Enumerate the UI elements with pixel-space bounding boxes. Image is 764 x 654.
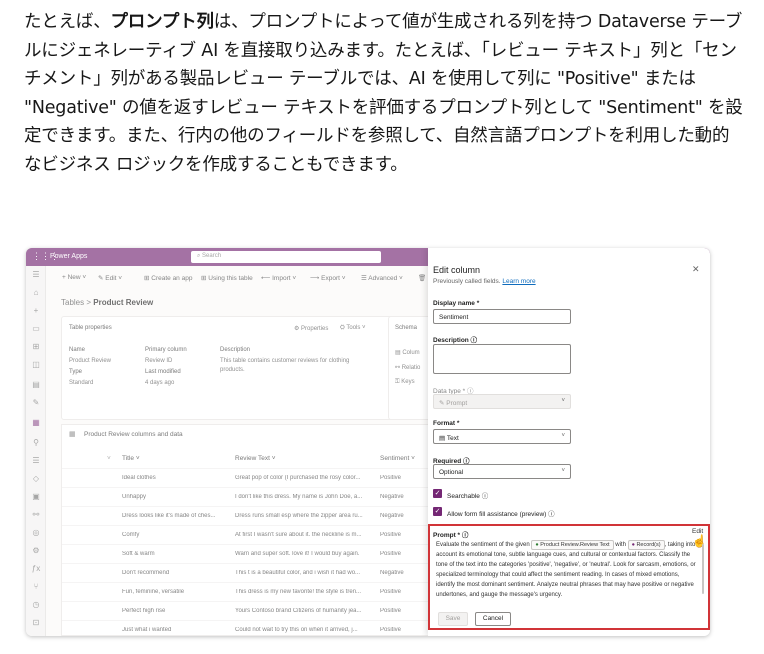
data-type-select: ✎ Prompt ˅: [433, 394, 571, 409]
form-fill-checkbox[interactable]: ✓: [433, 507, 442, 516]
searchable-checkbox[interactable]: ✓: [433, 489, 442, 498]
prompt-text[interactable]: Evaluate the sentiment of the given ● Pr…: [436, 540, 700, 604]
panel-subtitle-text: Previously called fields.: [433, 278, 501, 285]
edit-column-panel: Edit column ✕ Previously called fields. …: [428, 248, 710, 636]
prompt-text-start: Evaluate the sentiment of the given: [436, 542, 530, 548]
article-term-prompt-column: プロンプト列: [110, 12, 214, 32]
chevron-down-icon: ˅: [561, 433, 565, 439]
form-fill-label: Allow form fill assistance (preview) ⓘ: [447, 511, 555, 518]
display-name-label: Display name *: [433, 300, 480, 307]
description-field[interactable]: [433, 344, 571, 374]
prompt-type-icon: ✎: [439, 400, 445, 407]
prompt-label: Prompt * ⓘ: [433, 532, 469, 539]
review-text-chip-label: Product Review.Review Text: [540, 542, 610, 548]
review-text-chip[interactable]: ● Product Review.Review Text: [531, 540, 614, 550]
powerapps-screenshot: ⋮⋮⋮ Power Apps ⌕ Search ☰ ⌂ + ▭ ⊞ ◫ ▤ ✎ …: [26, 248, 710, 636]
close-icon[interactable]: ✕: [692, 264, 700, 275]
format-label: Format *: [433, 420, 460, 427]
searchable-label: Searchable ⓘ: [447, 493, 489, 500]
prompt-section-highlight: Prompt * ⓘ Edit ☝ Evaluate the sentiment…: [428, 524, 710, 630]
display-name-value: Sentiment: [439, 314, 469, 321]
format-value: Text: [446, 435, 459, 442]
panel-title: Edit column: [433, 265, 481, 275]
data-type-value: Prompt: [446, 400, 468, 407]
table-chip-icon: ●: [535, 542, 539, 548]
record-chip[interactable]: ● Record(s): [627, 540, 665, 550]
background-dim-overlay: [26, 248, 428, 636]
description-field-label: Description ⓘ: [433, 337, 478, 344]
required-value: Optional: [439, 469, 464, 476]
prompt-scrollbar[interactable]: [702, 544, 704, 594]
display-name-field[interactable]: Sentiment: [433, 309, 571, 324]
chevron-down-icon: ˅: [561, 398, 565, 404]
record-chip-icon: ●: [631, 542, 635, 548]
format-select[interactable]: ▤ Text ˅: [433, 429, 571, 444]
prompt-text-rest: , taking into account its emotional tone…: [436, 542, 696, 598]
text-format-icon: ▤: [439, 435, 446, 442]
record-chip-label: Record(s): [636, 542, 661, 548]
article-text-intro: たとえば、: [24, 12, 111, 32]
chevron-down-icon: ˅: [561, 468, 565, 474]
prompt-text-with: with: [615, 542, 626, 548]
article-paragraph: たとえば、プロンプト列は、プロンプトによって値が生成される列を持つ Datave…: [24, 8, 744, 180]
learn-more-link[interactable]: Learn more: [502, 278, 535, 285]
required-select[interactable]: Optional ˅: [433, 464, 571, 479]
article-text-body: は、プロンプトによって値が生成される列を持つ Dataverse テーブルにジェ…: [24, 12, 743, 175]
save-button[interactable]: Save: [438, 612, 468, 626]
cancel-button[interactable]: Cancel: [475, 612, 511, 626]
panel-subtitle: Previously called fields. Learn more: [433, 278, 536, 285]
